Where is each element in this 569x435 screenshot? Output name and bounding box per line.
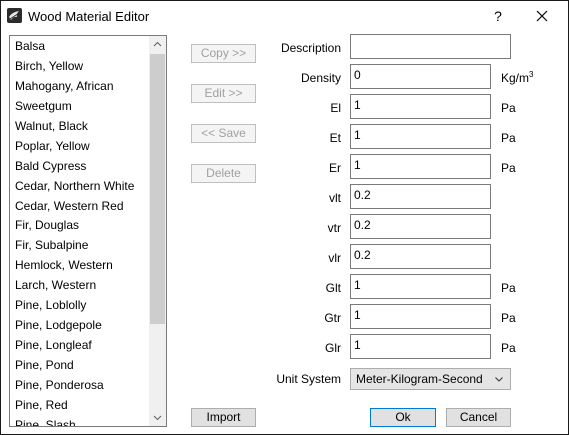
description-field[interactable] bbox=[350, 34, 511, 59]
vtr-field[interactable]: 0.2 bbox=[350, 214, 491, 239]
list-item[interactable]: Sweetgum bbox=[10, 96, 149, 116]
density-unit-text: Kg/m bbox=[501, 71, 530, 85]
unit-system-label: Unit System bbox=[276, 372, 341, 386]
vlr-field[interactable]: 0.2 bbox=[350, 244, 491, 269]
glt-unit: Pa bbox=[501, 281, 516, 295]
import-button[interactable]: Import bbox=[191, 408, 256, 427]
glr-field[interactable]: 1 bbox=[350, 334, 491, 359]
cancel-button[interactable]: Cancel bbox=[446, 408, 511, 427]
list-item[interactable]: Fir, Subalpine bbox=[10, 235, 149, 255]
list-item[interactable]: Poplar, Yellow bbox=[10, 136, 149, 156]
list-item[interactable]: Pine, Loblolly bbox=[10, 295, 149, 315]
list-item[interactable]: Pine, Ponderosa bbox=[10, 375, 149, 395]
glt-field[interactable]: 1 bbox=[350, 274, 491, 299]
list-item[interactable]: Pine, Red bbox=[10, 395, 149, 415]
close-icon[interactable] bbox=[531, 5, 553, 27]
vlt-label: vlt bbox=[329, 191, 341, 205]
unit-system-value: Meter-Kilogram-Second bbox=[356, 372, 483, 386]
chevron-up-icon[interactable] bbox=[149, 36, 166, 53]
list-item[interactable]: Bald Cypress bbox=[10, 156, 149, 176]
et-label: Et bbox=[329, 131, 341, 145]
density-field[interactable]: 0 bbox=[350, 64, 491, 89]
el-unit: Pa bbox=[501, 101, 516, 115]
description-label: Description bbox=[280, 41, 341, 55]
density-unit-exponent: 3 bbox=[529, 70, 534, 79]
vlr-label: vlr bbox=[328, 251, 341, 265]
gtr-field[interactable]: 1 bbox=[350, 304, 491, 329]
help-icon[interactable]: ? bbox=[488, 6, 508, 26]
list-item[interactable]: Balsa bbox=[10, 36, 149, 56]
et-unit: Pa bbox=[501, 131, 516, 145]
glr-label: Glr bbox=[325, 341, 341, 355]
list-item[interactable]: Fir, Douglas bbox=[10, 215, 149, 235]
list-item[interactable]: Larch, Western bbox=[10, 275, 149, 295]
el-label: El bbox=[330, 101, 341, 115]
list-item[interactable]: Hemlock, Western bbox=[10, 255, 149, 275]
et-field[interactable]: 1 bbox=[350, 124, 491, 149]
wood-material-app-icon bbox=[7, 8, 22, 23]
gtr-unit: Pa bbox=[501, 311, 516, 325]
density-unit: Kg/m3 bbox=[501, 70, 533, 85]
glt-label: Glt bbox=[325, 281, 341, 295]
list-item[interactable]: Pine, Pond bbox=[10, 355, 149, 375]
vlt-field[interactable]: 0.2 bbox=[350, 184, 491, 209]
list-item[interactable]: Walnut, Black bbox=[10, 116, 149, 136]
glr-unit: Pa bbox=[501, 341, 516, 355]
unit-system-select[interactable]: Meter-Kilogram-Second bbox=[350, 368, 511, 390]
list-item[interactable]: Cedar, Western Red bbox=[10, 196, 149, 216]
list-item[interactable]: Birch, Yellow bbox=[10, 56, 149, 76]
species-list: Balsa Birch, Yellow Mahogany, African Sweet… bbox=[10, 36, 149, 426]
window-title: Wood Material Editor bbox=[28, 9, 150, 24]
er-label: Er bbox=[329, 161, 341, 175]
chevron-down-icon[interactable] bbox=[149, 409, 166, 426]
list-item[interactable]: Pine, Longleaf bbox=[10, 335, 149, 355]
list-item[interactable]: Mahogany, African bbox=[10, 76, 149, 96]
list-scrollbar[interactable] bbox=[149, 36, 166, 426]
vtr-label: vtr bbox=[327, 221, 341, 235]
list-item[interactable]: Pine, Slash bbox=[10, 415, 149, 426]
scroll-thumb[interactable] bbox=[150, 54, 165, 324]
gtr-label: Gtr bbox=[324, 311, 341, 325]
er-field[interactable]: 1 bbox=[350, 154, 491, 179]
title-bar[interactable]: Wood Material Editor ? bbox=[1, 1, 568, 31]
chevron-down-icon bbox=[494, 370, 504, 388]
list-item[interactable]: Cedar, Northern White bbox=[10, 176, 149, 196]
density-label: Density bbox=[300, 71, 341, 85]
wood-material-editor-window: Wood Material Editor ? Balsa Birch, Yello… bbox=[0, 0, 569, 435]
list-item[interactable]: Pine, Lodgepole bbox=[10, 315, 149, 335]
species-listbox[interactable]: Balsa Birch, Yellow Mahogany, African Sweet… bbox=[9, 35, 167, 427]
er-unit: Pa bbox=[501, 161, 516, 175]
el-field[interactable]: 1 bbox=[350, 94, 491, 119]
ok-button[interactable]: Ok bbox=[370, 408, 436, 427]
